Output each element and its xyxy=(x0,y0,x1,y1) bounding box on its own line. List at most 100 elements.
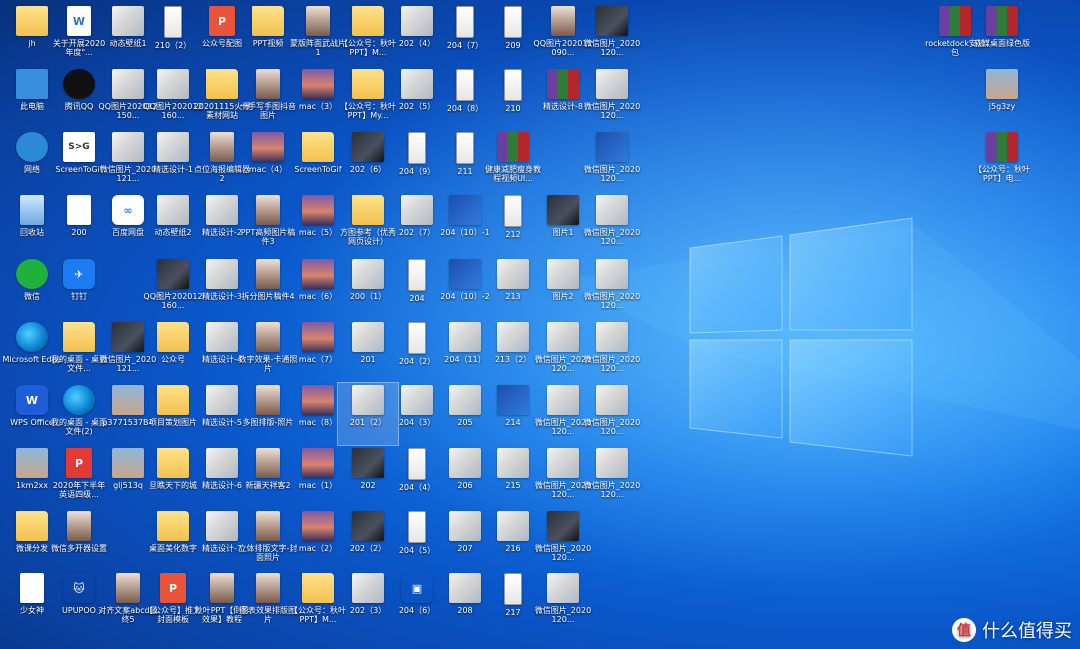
thumb-icon xyxy=(157,69,189,99)
thumb-icon xyxy=(206,195,238,225)
desktop-icon[interactable]: 微信图片_2020120... xyxy=(582,67,642,129)
ppt-icon: P xyxy=(209,6,235,36)
rar-icon xyxy=(986,6,1018,36)
app-icon: ▣ xyxy=(401,573,433,603)
thumb-icon xyxy=(352,259,384,289)
thumb-icon xyxy=(596,195,628,225)
portrait-icon xyxy=(116,573,140,603)
photo-icon xyxy=(986,69,1018,99)
bin-icon xyxy=(20,195,44,225)
thumb-icon xyxy=(112,132,144,162)
mac-icon xyxy=(302,259,334,289)
mac-icon xyxy=(302,511,334,541)
photo-icon xyxy=(112,448,144,478)
desktop-icon-label: 微信图片_2020120... xyxy=(583,418,641,436)
baidu-icon: ∞ xyxy=(112,195,144,225)
desktop-icon[interactable]: 微信图片_2020120... xyxy=(582,4,642,66)
wps-icon: W xyxy=(16,385,48,415)
desktop-icon-label: 微信图片_2020120... xyxy=(583,165,641,183)
folder-icon xyxy=(157,322,189,352)
thumb-icon xyxy=(206,511,238,541)
thumb-icon xyxy=(547,259,579,289)
edge-icon xyxy=(63,385,95,415)
net-icon xyxy=(16,132,48,162)
bluegrid-icon xyxy=(497,385,529,415)
pc-icon xyxy=(16,69,48,99)
thumb-icon xyxy=(112,69,144,99)
desktop-icon[interactable]: 微信图片_2020120... xyxy=(582,320,642,382)
desktop-icon-label: 健康减肥瘦身教程视频UI... xyxy=(485,165,541,183)
portrait-icon xyxy=(256,385,280,415)
portrait-icon xyxy=(256,195,280,225)
desktop-icon[interactable]: 微信图片_2020120... xyxy=(582,130,642,192)
thumb-icon xyxy=(206,385,238,415)
thumb-icon xyxy=(206,322,238,352)
thumb-icon xyxy=(547,385,579,415)
folder-icon xyxy=(157,511,189,541)
thumbdark-icon xyxy=(157,259,189,289)
desktop-icon[interactable]: j5g3zy xyxy=(972,67,1032,129)
desktop-icon[interactable]: 【公众号：秋叶PPT】电... xyxy=(972,130,1032,192)
desktop-icon[interactable]: 微信图片_2020120... xyxy=(582,257,642,319)
desktop-icon-label: 软媒桌面绿色版 xyxy=(974,39,1030,48)
phone-icon xyxy=(504,195,522,227)
phone-icon xyxy=(504,69,522,101)
dingding-icon: ✈ xyxy=(63,259,95,289)
mac-icon xyxy=(302,322,334,352)
bluegrid-icon xyxy=(596,132,628,162)
portrait-icon xyxy=(256,511,280,541)
desktop-icon-label: 微信图片_2020120... xyxy=(534,606,592,624)
app-icon: 🐱 xyxy=(63,573,95,603)
desktop-icon-label: 钉钉 xyxy=(71,292,87,301)
desktop-icon[interactable]: ✈ 钉钉 xyxy=(49,257,109,319)
thumb-icon xyxy=(497,322,529,352)
desktop-icon[interactable]: 微信图片_2020120... xyxy=(582,383,642,445)
folder-icon xyxy=(352,195,384,225)
desktop-icon-label: 微信多开器设置 xyxy=(51,544,107,553)
ppt-icon: P xyxy=(160,573,186,603)
desktop-icon[interactable]: 微信图片_2020120... xyxy=(582,446,642,508)
desktop-icon-label: 微信图片_2020120... xyxy=(534,544,592,562)
desktop-icon[interactable]: 微信图片_2020120... xyxy=(533,509,593,571)
thumb-icon xyxy=(206,448,238,478)
desktop-icon[interactable]: 微信图片_2020120... xyxy=(582,193,642,255)
portrait-icon xyxy=(256,448,280,478)
desktop-icon[interactable]: 微信图片_2020120... xyxy=(533,571,593,633)
thumb-icon xyxy=(497,448,529,478)
phone-icon xyxy=(408,448,426,480)
folder-icon xyxy=(206,69,238,99)
thumb-icon xyxy=(449,511,481,541)
watermark-text: 什么值得买 xyxy=(982,621,1072,642)
desktop-icon-label: 微信图片_2020120... xyxy=(583,355,641,373)
wechat-icon xyxy=(16,259,48,289)
mac-icon xyxy=(302,385,334,415)
desktop-icon[interactable]: 软媒桌面绿色版 xyxy=(972,4,1032,66)
thumb-icon xyxy=(112,6,144,36)
folder-icon xyxy=(352,69,384,99)
desktop-icon[interactable]: 微信多开器设置 xyxy=(49,509,109,571)
photo-icon xyxy=(16,448,48,478)
user-icon xyxy=(16,6,48,36)
portrait-icon xyxy=(210,573,234,603)
mac-icon xyxy=(302,69,334,99)
qq-icon xyxy=(63,69,95,99)
thumb-icon xyxy=(547,322,579,352)
thumb-icon xyxy=(596,259,628,289)
desktop-icon[interactable]: 健康减肥瘦身教程视频UI... xyxy=(483,130,543,192)
thumb-icon xyxy=(401,69,433,99)
rar-icon xyxy=(939,6,971,36)
thumb-icon xyxy=(401,6,433,36)
phone-icon xyxy=(504,573,522,605)
thumb-icon xyxy=(352,573,384,603)
s2g-icon: S>G xyxy=(63,132,95,162)
thumb-icon xyxy=(157,195,189,225)
phone-icon xyxy=(408,132,426,164)
desktop-icon-label: 微信图片_2020120... xyxy=(583,481,641,499)
portrait-icon xyxy=(210,132,234,162)
thumbdark-icon xyxy=(352,511,384,541)
thumbdark-icon xyxy=(596,6,628,36)
desktop-icon-label: 【公众号：秋叶PPT】电... xyxy=(974,165,1030,183)
phone-icon xyxy=(408,511,426,543)
phone-icon xyxy=(456,6,474,38)
thumb-icon xyxy=(157,132,189,162)
